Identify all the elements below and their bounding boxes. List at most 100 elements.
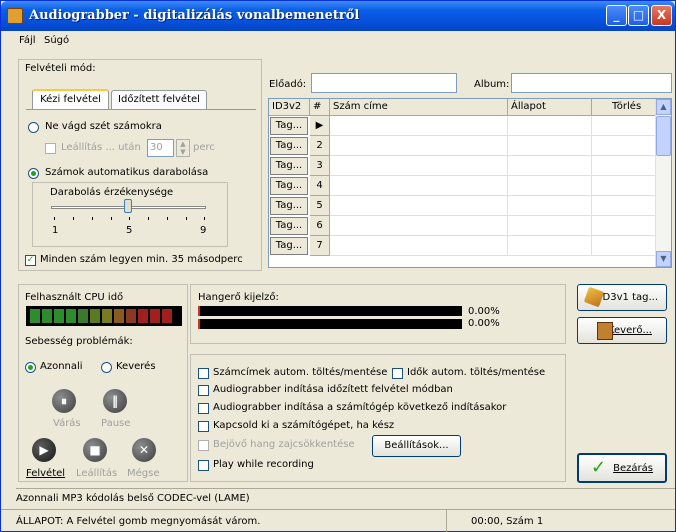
autoload-times-label: Idők autom. töltés/mentése	[407, 367, 546, 378]
pause-icon[interactable]: ‖	[103, 389, 127, 413]
cpu-label: Felhasznált CPU idő	[25, 292, 124, 303]
delete-cell[interactable]	[592, 116, 657, 136]
delete-cell[interactable]	[592, 136, 657, 156]
slider-tick	[73, 217, 74, 220]
title-bar[interactable]: Audiograbber - digitalizálás vonalbemene…	[1, 1, 675, 31]
stop-after-minutes-input[interactable]: 30	[147, 139, 174, 157]
scroll-thumb[interactable]	[656, 116, 671, 156]
wait-label: Várás	[53, 418, 81, 429]
col-header-title[interactable]: Szám címe	[330, 99, 508, 116]
delete-cell[interactable]	[592, 196, 657, 216]
row-number: 5	[310, 196, 330, 216]
settings-button[interactable]: Beállítások...	[372, 435, 461, 457]
record-label[interactable]: Felvétel	[26, 468, 65, 479]
table-row[interactable]: Tag... 3	[269, 156, 657, 176]
title-cell[interactable]	[330, 156, 508, 176]
auto-split-label: Számok automatikus darabolása	[45, 167, 209, 178]
tag-button[interactable]: Tag...	[270, 177, 308, 195]
stop-after-label: Leállítás ... után	[61, 142, 141, 153]
delete-cell[interactable]	[592, 216, 657, 236]
no-split-radio[interactable]	[28, 122, 39, 133]
title-cell[interactable]	[330, 236, 508, 256]
tag-button[interactable]: Tag...	[270, 237, 308, 255]
close-window-button[interactable]: X	[651, 5, 672, 26]
delete-cell[interactable]	[592, 176, 657, 196]
sensitivity-slider-thumb[interactable]	[124, 199, 132, 213]
tag-button[interactable]: Tag...	[270, 157, 308, 175]
autoload-times-checkbox[interactable]	[392, 368, 403, 379]
table-row[interactable]: Tag... 7	[269, 236, 657, 256]
delete-cell[interactable]	[592, 236, 657, 256]
album-input[interactable]	[511, 73, 672, 93]
menu-help[interactable]: Súgó	[44, 35, 69, 46]
minimize-button[interactable]: _	[606, 5, 627, 26]
scroll-down-icon[interactable]: ▼	[656, 251, 671, 267]
scroll-up-icon[interactable]: ▲	[656, 99, 671, 115]
artist-input[interactable]	[311, 73, 457, 93]
recording-mode-label: Felvételi mód:	[25, 63, 96, 74]
cpu-segment	[138, 309, 148, 323]
delete-cell[interactable]	[592, 156, 657, 176]
table-row[interactable]: Tag... 5	[269, 196, 657, 216]
cancel-label[interactable]: Mégse	[127, 468, 160, 479]
start-timer-mode-checkbox[interactable]	[198, 385, 209, 396]
tab-timed-recording[interactable]: Időzített felvétel	[111, 90, 207, 110]
wait-icon[interactable]: ⏸	[52, 389, 76, 413]
start-next-boot-checkbox[interactable]	[198, 403, 209, 414]
menu-bar: Fájl Súgó	[2, 31, 675, 51]
table-row[interactable]: Tag... ▶	[269, 116, 657, 136]
table-row[interactable]: Tag... 2	[269, 136, 657, 156]
col-header-id3v2[interactable]: ID3v2	[269, 99, 310, 116]
tag-button[interactable]: Tag...	[270, 217, 308, 235]
id3v1-tag-button[interactable]: ID3v1 tag...	[577, 284, 667, 311]
mix-radio[interactable]	[101, 362, 112, 373]
row-number: 2	[310, 136, 330, 156]
stop-label[interactable]: Leállítás	[76, 468, 117, 479]
table-row[interactable]: Tag... 4	[269, 176, 657, 196]
maximize-button[interactable]: □	[628, 5, 649, 26]
cancel-icon[interactable]: ✕	[132, 438, 156, 462]
title-cell[interactable]	[330, 196, 508, 216]
autoload-titles-checkbox[interactable]	[198, 368, 209, 379]
col-header-status[interactable]: Állapot	[508, 99, 592, 116]
tag-button[interactable]: Tag...	[270, 137, 308, 155]
auto-split-radio[interactable]	[28, 168, 39, 179]
col-header-delete[interactable]: Törlés	[592, 99, 657, 116]
minutes-unit-label: perc	[193, 142, 215, 153]
stop-icon[interactable]: ■	[83, 438, 107, 462]
pause-label: Pause	[101, 418, 131, 429]
immediate-radio[interactable]	[25, 362, 36, 373]
min-length-label: Minden szám legyen min. 35 másodperc	[40, 254, 243, 265]
tab-manual-recording[interactable]: Kézi felvétel	[32, 89, 109, 109]
menu-file[interactable]: Fájl	[19, 35, 36, 46]
table-scrollbar[interactable]: ▲ ▼	[655, 99, 671, 267]
record-play-icon[interactable]: ▶	[32, 438, 56, 462]
album-label: Album:	[474, 79, 510, 90]
tag-button[interactable]: Tag...	[270, 117, 308, 135]
volume-value-left: 0.00%	[468, 306, 500, 317]
close-button[interactable]: ✓ Bezárás	[577, 453, 667, 483]
play-while-recording-checkbox[interactable]	[198, 460, 209, 471]
title-cell[interactable]	[330, 176, 508, 196]
shutdown-checkbox[interactable]	[198, 421, 209, 432]
volume-meter-left	[198, 306, 462, 316]
title-cell[interactable]	[330, 216, 508, 236]
cpu-segment	[30, 309, 40, 323]
stop-after-checkbox[interactable]	[45, 143, 56, 154]
title-cell[interactable]	[330, 136, 508, 156]
autoload-titles-label: Számcímek autom. töltés/mentése	[213, 367, 388, 378]
immediate-label: Azonnali	[40, 361, 83, 372]
col-header-number[interactable]: #	[310, 99, 330, 116]
shutdown-label: Kapcsold ki a számítógépet, ha kész	[213, 420, 395, 431]
close-label: Bezárás	[613, 463, 653, 474]
minutes-spinner[interactable]: ▲ ▼	[176, 139, 190, 157]
scale-max-label: 9	[200, 225, 207, 236]
state-status-bar: ÁLLAPOT: A Felvétel gomb megnyomását vár…	[1, 509, 675, 532]
min-length-checkbox[interactable]: ✓	[25, 255, 36, 266]
noise-reduction-checkbox[interactable]	[198, 440, 209, 451]
table-row[interactable]: Tag... 6	[269, 216, 657, 236]
mixer-button[interactable]: Keverő...	[577, 317, 667, 344]
tag-button[interactable]: Tag...	[270, 197, 308, 215]
title-cell[interactable]	[330, 116, 508, 136]
volume-value-right: 0.00%	[468, 318, 500, 329]
